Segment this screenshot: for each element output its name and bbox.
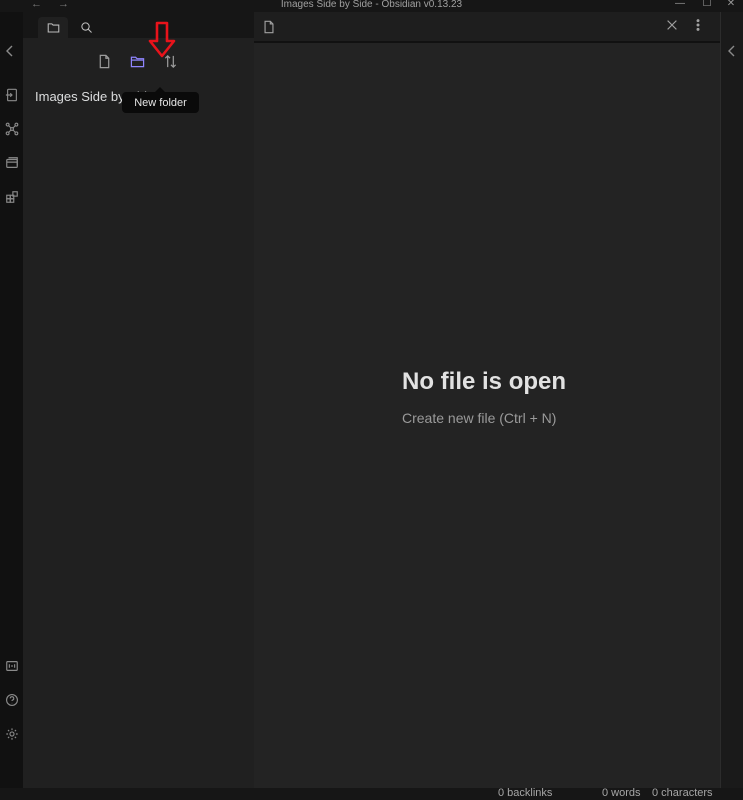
ribbon <box>0 12 23 788</box>
more-vertical-icon <box>696 19 700 31</box>
new-folder-tooltip: New folder <box>122 87 199 113</box>
empty-state: No file is open Create new file (Ctrl + … <box>402 368 566 426</box>
create-new-file-link[interactable]: Create new file (Ctrl + N) <box>402 410 566 426</box>
new-note-button[interactable] <box>93 50 115 72</box>
more-options-button[interactable] <box>691 18 705 34</box>
new-note-icon <box>99 54 109 68</box>
main-editor-pane: No file is open Create new file (Ctrl + … <box>254 12 720 788</box>
backlinks-count: 0 backlinks <box>498 787 553 799</box>
new-folder-button[interactable] <box>126 50 148 72</box>
settings-icon[interactable] <box>3 725 20 742</box>
collapse-left-sidebar-button[interactable] <box>4 44 18 60</box>
right-sidebar-collapsed <box>720 12 743 788</box>
chevron-left-icon <box>728 45 735 57</box>
open-slides-icon[interactable] <box>3 188 20 205</box>
close-pane-button[interactable] <box>665 18 681 34</box>
search-icon <box>80 22 92 33</box>
chevron-left-icon <box>6 45 13 57</box>
expand-right-sidebar-button[interactable] <box>726 44 740 60</box>
close-icon <box>667 20 677 30</box>
window-title: Images Side by Side - Obsidian v0.13.23 <box>280 0 463 10</box>
open-quick-switcher-icon[interactable] <box>3 86 20 103</box>
graph-view-icon[interactable] <box>3 120 20 137</box>
title-bar: ← → Images Side by Side - Obsidian v0.13… <box>0 0 743 12</box>
view-header <box>254 12 720 43</box>
left-sidebar: Images Side by Side New folder <box>23 12 254 788</box>
file-explorer-actions <box>23 50 254 72</box>
new-folder-icon <box>130 56 144 67</box>
document-icon <box>262 20 276 34</box>
tab-file-explorer[interactable] <box>38 17 68 38</box>
open-another-vault-icon[interactable] <box>3 657 20 674</box>
word-count: 0 words <box>602 787 641 799</box>
minimize-button[interactable]: — <box>673 0 687 9</box>
maximize-button[interactable]: ☐ <box>700 0 714 9</box>
sidebar-tab-header <box>23 12 254 38</box>
red-down-arrow-icon <box>148 21 176 58</box>
open-daily-note-icon[interactable] <box>3 154 20 171</box>
status-bar: 0 backlinks 0 words 0 characters <box>0 787 743 800</box>
help-icon[interactable] <box>3 691 20 708</box>
character-count: 0 characters <box>652 787 713 799</box>
empty-state-title: No file is open <box>402 368 567 395</box>
folder-icon <box>47 23 59 33</box>
close-window-button[interactable]: ✕ <box>724 0 738 9</box>
tab-search[interactable] <box>71 17 101 38</box>
